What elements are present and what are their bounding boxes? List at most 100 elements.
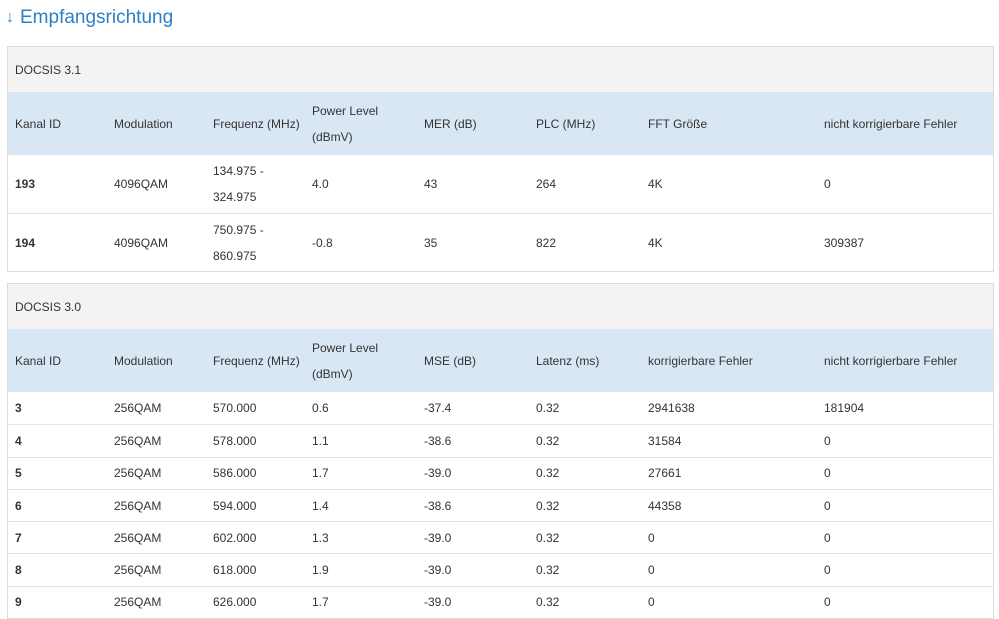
uncorrectable-errors: 181904 [824,401,865,416]
uncorrectable-errors: 309387 [824,235,865,250]
uncorrectable-errors: 0 [824,595,831,610]
column-header-mse: MSE (dB) [424,353,477,368]
table-row: 4 256QAM 578.000 1.1 -38.6 0.32 31584 0 [8,424,993,456]
table-row: 193 4096QAM 134.975 - 324.975 4.0 43 264… [8,155,993,213]
column-header-latency: Latenz (ms) [536,353,600,368]
channel-id: 8 [15,563,22,578]
column-header-uncorrectable-errors: nicht korrigierbare Fehler [824,353,958,368]
power-level: 1.7 [312,595,329,610]
uncorrectable-errors: 0 [824,498,831,513]
section-heading-label: Empfangsrichtung [20,7,174,28]
uncorrectable-errors: 0 [824,466,831,481]
table-row: 9 256QAM 626.000 1.7 -39.0 0.32 0 0 [8,585,993,618]
latency: 0.32 [536,401,560,416]
fft-size: 4K [648,177,663,191]
frequency: 570.000 [213,401,257,416]
docsis30-header-row: Kanal ID Modulation Frequenz (MHz) Power… [8,329,993,392]
mer: 43 [424,177,438,191]
power-level: 4.0 [312,177,329,191]
channel-id: 4 [15,433,22,448]
uncorrectable-errors: 0 [824,433,831,448]
channel-id: 6 [15,498,22,513]
modulation: 256QAM [114,433,162,448]
table-row: 5 256QAM 586.000 1.7 -39.0 0.32 27661 0 [8,456,993,489]
power-level: 1.7 [312,466,329,481]
modulation: 256QAM [114,530,162,545]
frequency: 618.000 [213,563,257,578]
frequency: 586.000 [213,466,257,481]
docsis31-table: DOCSIS 3.1 Kanal ID Modulation Frequenz … [7,46,994,272]
plc: 822 [536,235,557,250]
mse: -37.4 [424,401,452,416]
modulation: 256QAM [114,498,162,513]
power-level-label: Power Level [312,340,379,355]
latency: 0.32 [536,498,560,513]
frequency-end: 324.975 [213,190,257,204]
plc: 264 [536,177,557,191]
column-header-frequency: Frequenz (MHz) [213,116,300,131]
table-row: 7 256QAM 602.000 1.3 -39.0 0.32 0 0 [8,521,993,553]
latency: 0.32 [536,563,560,578]
column-header-correctable-errors: korrigierbare Fehler [648,353,753,368]
docsis31-header-row: Kanal ID Modulation Frequenz (MHz) Power… [8,92,993,155]
mse: -39.0 [424,530,452,545]
power-level: 1.1 [312,433,329,448]
docsis31-title: DOCSIS 3.1 [8,47,993,92]
frequency: 578.000 [213,433,257,448]
power-level: -0.8 [312,235,333,250]
power-level-label: Power Level [312,103,379,118]
frequency: 626.000 [213,595,257,610]
modulation: 256QAM [114,401,162,416]
docsis30-title: DOCSIS 3.0 [8,284,993,329]
column-header-fft-size: FFT Größe [648,116,708,131]
column-header-mer: MER (dB) [424,116,477,131]
column-header-modulation: Modulation [114,353,173,368]
channel-id: 7 [15,530,22,545]
frequency: 134.975 - 324.975 [206,158,305,210]
uncorrectable-errors: 0 [824,530,831,545]
mse: -39.0 [424,466,452,481]
table-row: 6 256QAM 594.000 1.4 -38.6 0.32 44358 0 [8,488,993,521]
mse: -39.0 [424,595,452,610]
column-header-modulation: Modulation [114,116,173,131]
correctable-errors: 44358 [648,498,682,513]
correctable-errors: 27661 [648,466,682,481]
correctable-errors: 31584 [648,433,682,448]
correctable-errors: 0 [648,530,655,545]
modulation: 256QAM [114,595,162,610]
power-level-unit: (dBmV) [312,366,353,381]
fft-size: 4K [648,235,663,250]
power-level: 1.3 [312,530,329,545]
table-row: 8 256QAM 618.000 1.9 -39.0 0.32 0 0 [8,553,993,585]
frequency: 750.975 - 860.975 [206,217,305,269]
table-row: 194 4096QAM 750.975 - 860.975 -0.8 35 82… [8,213,993,271]
latency: 0.32 [536,530,560,545]
power-level-unit: (dBmV) [312,129,353,144]
column-header-channel-id: Kanal ID [15,353,62,368]
mse: -38.6 [424,433,452,448]
frequency-end: 860.975 [213,248,257,263]
channel-id: 5 [15,466,22,481]
mse: -39.0 [424,563,452,578]
channel-id: 9 [15,595,22,610]
frequency-start: 134.975 - [213,164,264,178]
uncorrectable-errors: 0 [824,177,831,191]
power-level: 1.9 [312,563,329,578]
channel-id: 193 [15,177,36,191]
column-header-power-level: Power Level (dBmV) [305,98,417,150]
column-header-channel-id: Kanal ID [15,116,62,131]
channel-id: 3 [15,401,22,416]
mse: -38.6 [424,498,452,513]
power-level: 0.6 [312,401,329,416]
frequency: 602.000 [213,530,257,545]
section-heading-toggle[interactable]: ↓ Empfangsrichtung [6,6,173,30]
column-header-power-level: Power Level (dBmV) [305,335,417,387]
power-level: 1.4 [312,498,329,513]
mer: 35 [424,235,438,250]
correctable-errors: 2941638 [648,401,695,416]
modulation: 256QAM [114,466,162,481]
latency: 0.32 [536,433,560,448]
correctable-errors: 0 [648,595,655,610]
modulation: 4096QAM [114,177,169,191]
latency: 0.32 [536,595,560,610]
